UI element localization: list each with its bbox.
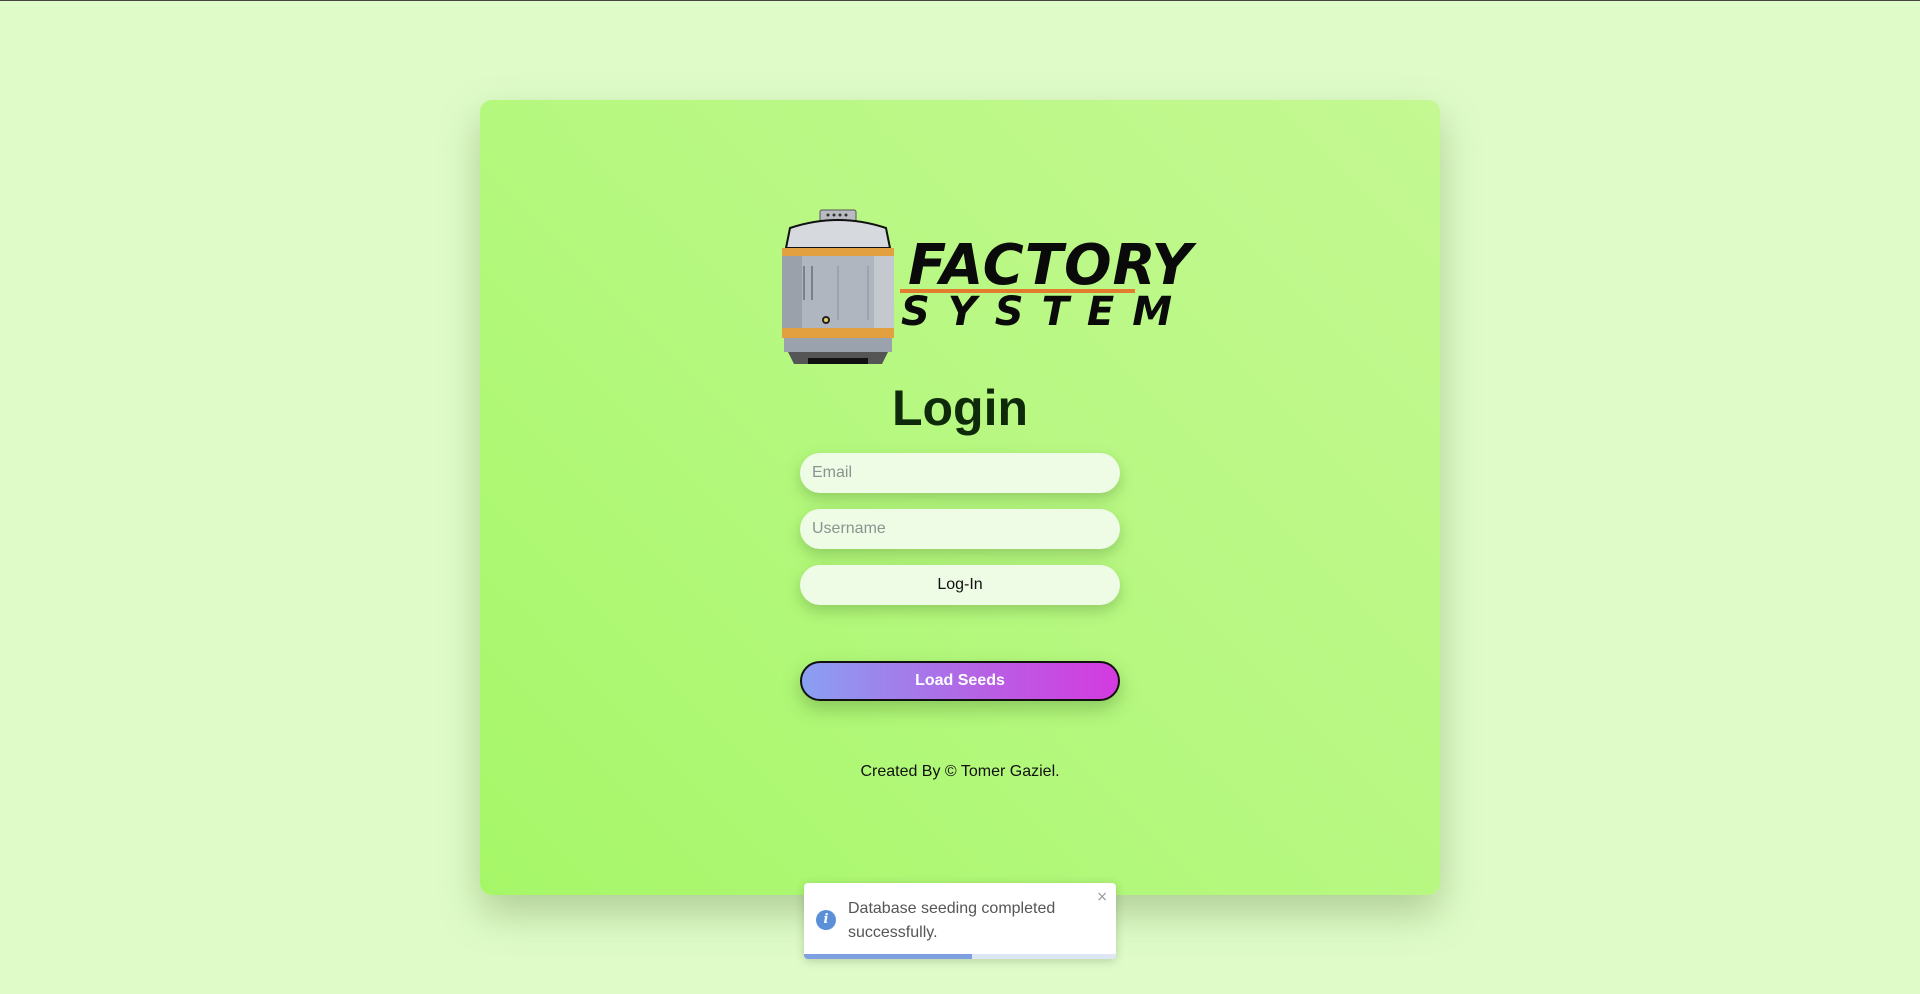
toast-message: Database seeding completed successfully. xyxy=(848,900,1056,941)
close-icon[interactable]: × xyxy=(1096,889,1108,905)
factory-system-logo: FACTORY SYSTEM xyxy=(778,208,1192,368)
username-input[interactable] xyxy=(800,509,1120,549)
login-card: FACTORY SYSTEM Login Log-In Load Seeds C… xyxy=(480,100,1440,895)
logo-word-factory: FACTORY xyxy=(908,233,1194,298)
info-icon: i xyxy=(816,910,836,930)
email-input[interactable] xyxy=(800,453,1120,493)
toast-progress-track xyxy=(804,954,1116,959)
toast-progress-bar xyxy=(804,954,973,959)
load-seeds-button[interactable]: Load Seeds xyxy=(800,661,1120,701)
tank-icon xyxy=(782,209,894,364)
login-button[interactable]: Log-In xyxy=(800,565,1120,605)
footer-credit: Created By © Tomer Gaziel. xyxy=(860,763,1060,780)
logo-word-system: SYSTEM xyxy=(901,289,1190,335)
page-title: Login xyxy=(891,380,1029,436)
toast-notification: i Database seeding completed successfull… xyxy=(804,883,1116,959)
